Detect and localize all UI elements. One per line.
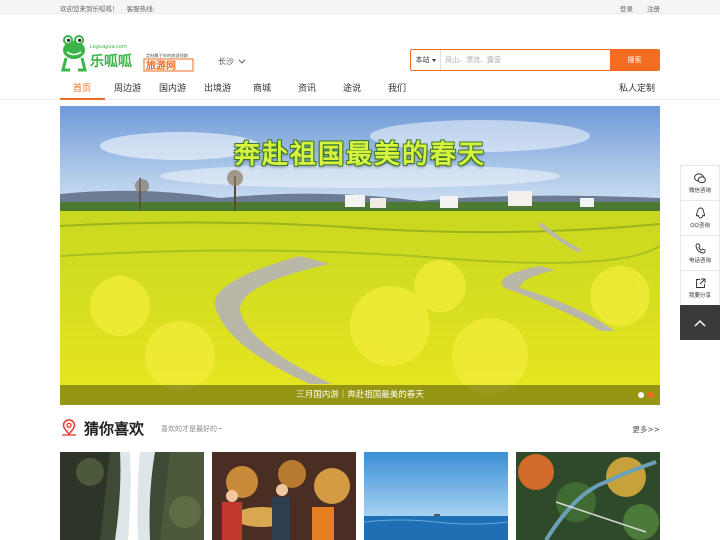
search-button[interactable]: 搜索 [610,50,659,70]
search-scope-label: 本站 [415,56,430,64]
nav-item-mall[interactable]: 商城 [253,81,271,94]
search-input[interactable] [441,50,610,70]
logo-site: 旅游网 [146,59,176,72]
nav-item-domestic[interactable]: 国内游 [159,81,186,94]
wechat-consult-label: 微信咨询 [688,187,711,194]
nav-item-custom[interactable]: 私人定制 [619,81,655,94]
phone-icon [695,243,705,253]
recommend-card[interactable] [212,452,356,540]
qq-consult-label: QQ咨询 [690,223,710,229]
hotline-text: 客服热线: [126,5,155,13]
top-bar-left: 欢迎您来到乐呱呱！ 客服热线: [60,3,161,13]
carousel-dot-2[interactable] [648,392,654,398]
share-label: 我要分享 [688,292,711,299]
section-title: 猜你喜欢 [84,420,145,438]
logo-domain: Leguagua.com [90,44,127,50]
chevron-down-icon [238,56,246,64]
recommend-card[interactable] [516,452,660,540]
frog-icon [61,35,87,72]
register-link[interactable]: 注册 [647,5,660,13]
caret-down-icon [431,58,436,62]
guess-section-header: 猜你喜欢 喜欢的才是最好的~ 更多>> [60,418,660,440]
card-image-waterfall [60,452,204,540]
nav-item-news[interactable]: 资讯 [298,81,316,94]
more-link[interactable]: 更多>> [632,424,660,435]
banner-caption[interactable]: 三月国内游｜奔赴祖国最美的春天 [60,385,660,405]
city-selector[interactable]: 长沙 [218,56,246,67]
hero-banner[interactable]: 奔赴祖国最美的春天 三月国内游｜奔赴祖国最美的春天 [60,106,660,405]
qq-icon [695,207,705,219]
carousel-dot-1[interactable] [638,392,644,398]
banner-title: 奔赴祖国最美的春天 [233,140,486,170]
share-button[interactable]: 我要分享 [680,270,720,305]
logo-slogan: 定制属于你的旅游线路 [146,52,189,59]
main-nav: 首页 周边游 国内游 出境游 商城 资讯 途说 我们 私人定制 [0,76,720,100]
nav-active-indicator [60,98,105,100]
back-to-top-button[interactable] [680,305,720,340]
top-bar-right: 登录 注册 [608,3,660,13]
card-image-sea [364,452,508,540]
phone-consult-button[interactable]: 电话咨询 [680,235,720,270]
wechat-icon [694,172,706,183]
recommend-card[interactable] [364,452,508,540]
recommend-cards [60,452,660,540]
card-image-festival [212,452,356,540]
card-image-canyon [516,452,660,540]
nav-item-stories[interactable]: 途说 [343,81,361,94]
wechat-consult-button[interactable]: 微信咨询 [680,165,720,200]
login-link[interactable]: 登录 [620,5,633,13]
chevron-up-icon [694,319,706,326]
top-bar: 欢迎您来到乐呱呱！ 客服热线: 登录 注册 [0,0,720,14]
welcome-text: 欢迎您来到乐呱呱！ [60,5,119,13]
nav-item-outbound[interactable]: 出境游 [204,81,231,94]
side-float-bar: 微信咨询 QQ咨询 电话咨询 我要分享 [680,165,720,340]
search-scope-select[interactable]: 本站 [411,50,441,70]
site-logo[interactable]: Leguagua.com 乐呱呱 定制属于你的旅游线路 旅游网 [60,26,196,72]
nav-item-home[interactable]: 首页 [73,81,91,94]
phone-consult-label: 电话咨询 [688,257,711,264]
recommend-card[interactable] [60,452,204,540]
nav-item-nearby[interactable]: 周边游 [114,81,141,94]
header: Leguagua.com 乐呱呱 定制属于你的旅游线路 旅游网 长沙 本站 搜索 [0,14,720,76]
location-pin-icon [62,419,76,436]
qq-consult-button[interactable]: QQ咨询 [680,200,720,235]
share-icon [695,278,705,288]
search-bar: 本站 搜索 [410,49,660,71]
city-label: 长沙 [218,57,234,66]
nav-item-about[interactable]: 我们 [388,81,406,94]
logo-brand: 乐呱呱 [90,53,133,70]
carousel-dots [638,392,654,398]
section-subtitle: 喜欢的才是最好的~ [161,425,223,433]
